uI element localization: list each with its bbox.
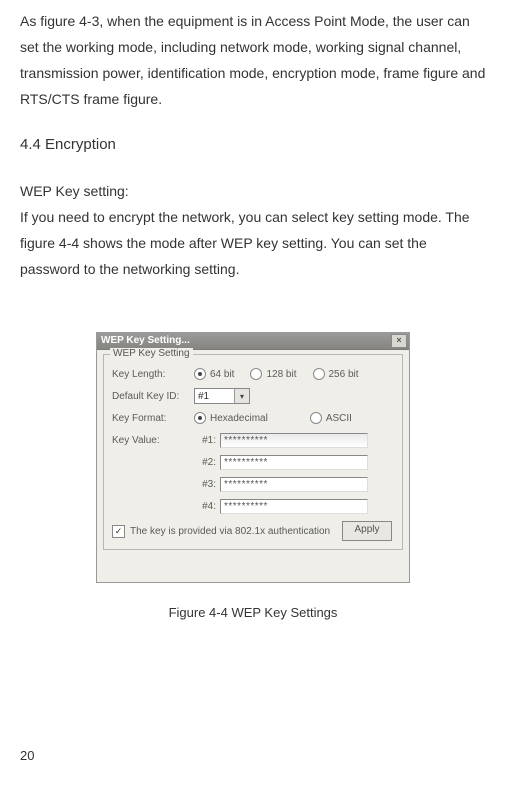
row-key-format: Key Format: Hexadecimal ASCII [112,407,394,429]
page: As figure 4-3, when the equipment is in … [0,8,506,785]
label-default-key-id: Default Key ID: [112,391,194,402]
radio-hex[interactable]: Hexadecimal [194,412,268,424]
radio-hex-label: Hexadecimal [210,413,268,424]
groupbox-label: WEP Key Setting [110,348,193,359]
key-input-3[interactable]: ********** [220,477,368,492]
key-index-2: #2: [194,457,220,468]
close-icon[interactable]: × [391,334,407,348]
label-key-value: Key Value: [112,435,194,446]
radio-dot-icon [194,412,206,424]
key-index-4: #4: [194,501,220,512]
row-key-2: #2: ********** [112,451,394,473]
key-index-3: #3: [194,479,220,490]
radio-256bit-label: 256 bit [329,369,359,380]
wep-body-text: If you need to encrypt the network, you … [20,209,470,277]
intro-paragraph: As figure 4-3, when the equipment is in … [20,8,486,112]
row-key-length: Key Length: 64 bit 128 bit 256 bit [112,363,394,385]
label-key-length: Key Length: [112,369,194,380]
section-heading: 4.4 Encryption [20,134,486,156]
label-key-format: Key Format: [112,413,194,424]
figure-wrap: WEP Key Setting... × WEP Key Setting Key… [20,332,486,583]
row-default-key-id: Default Key ID: #1 ▾ [112,385,394,407]
wep-dialog: WEP Key Setting... × WEP Key Setting Key… [96,332,410,583]
row-auth-checkbox: ✓ The key is provided via 802.1x authent… [112,521,394,541]
auth-checkbox-label: The key is provided via 802.1x authentic… [130,526,330,537]
radio-128bit-label: 128 bit [266,369,296,380]
row-key-4: #4: ********** [112,495,394,517]
radio-dot-icon [313,368,325,380]
radio-dot-icon [310,412,322,424]
auth-checkbox[interactable]: ✓ [112,525,125,538]
page-number: 20 [20,748,34,763]
key-input-2[interactable]: ********** [220,455,368,470]
radio-ascii-label: ASCII [326,413,352,424]
wep-paragraph: WEP Key setting: If you need to encrypt … [20,178,486,282]
apply-button[interactable]: Apply [342,521,392,541]
key-input-4[interactable]: ********** [220,499,368,514]
radio-64bit-label: 64 bit [210,369,234,380]
dialog-title: WEP Key Setting... [101,335,190,346]
radio-64bit[interactable]: 64 bit [194,368,234,380]
wep-groupbox: WEP Key Setting Key Length: 64 bit 128 b… [103,354,403,550]
key-input-1[interactable]: ********** [220,433,368,448]
radio-ascii[interactable]: ASCII [310,412,352,424]
select-default-key-id[interactable]: #1 ▾ [194,388,250,404]
radio-dot-icon [194,368,206,380]
select-value: #1 [198,391,209,402]
key-index-1: #1: [194,435,220,446]
radio-128bit[interactable]: 128 bit [250,368,296,380]
wep-subheading: WEP Key setting: [20,183,129,199]
radio-256bit[interactable]: 256 bit [313,368,359,380]
row-key-1: Key Value: #1: ********** [112,429,394,451]
figure-caption: Figure 4-4 WEP Key Settings [20,605,486,620]
radio-dot-icon [250,368,262,380]
row-key-3: #3: ********** [112,473,394,495]
chevron-down-icon: ▾ [234,389,249,403]
